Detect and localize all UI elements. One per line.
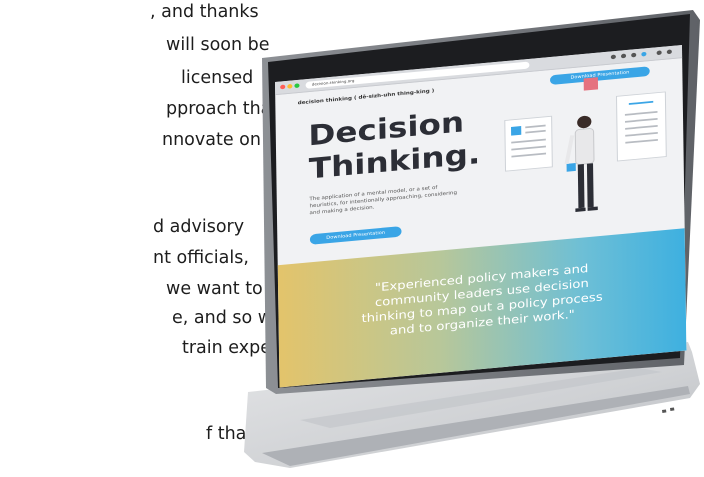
hero-title: Decision Thinking. [308, 104, 480, 185]
menu-icon[interactable] [666, 49, 672, 55]
menu-icon[interactable] [656, 50, 662, 56]
profile-icon[interactable] [641, 51, 647, 57]
hero-description: The application of a mental model, or a … [309, 185, 458, 217]
person-torso-icon [574, 128, 595, 165]
extension-icon[interactable] [620, 53, 627, 59]
person-head-icon [577, 115, 592, 129]
minimize-window-icon[interactable] [287, 83, 293, 89]
laptop-mockup: decision-thinking.org decision thinking … [0, 0, 704, 477]
usb-port-icon [662, 409, 667, 413]
note-icon [583, 77, 599, 91]
person-with-documents-illustration [504, 77, 667, 212]
extension-icon[interactable] [631, 52, 637, 58]
website-screenshot: decision-thinking.org decision thinking … [275, 45, 687, 388]
site-logo[interactable]: decision thinking ( dē-sizh-uhn thing-ki… [298, 88, 435, 106]
held-card-icon [566, 163, 576, 172]
hero-download-button[interactable]: Download Presentation [309, 226, 402, 245]
close-window-icon[interactable] [280, 84, 286, 90]
document-image-icon [510, 126, 522, 136]
laptop-screen: decision-thinking.org decision thinking … [275, 45, 687, 388]
testimonial-quote: "Experienced policy makers and community… [339, 258, 625, 343]
usb-port-icon [669, 407, 675, 411]
maximize-window-icon[interactable] [294, 83, 300, 89]
document-icon [504, 115, 553, 172]
extension-icon[interactable] [610, 54, 616, 60]
